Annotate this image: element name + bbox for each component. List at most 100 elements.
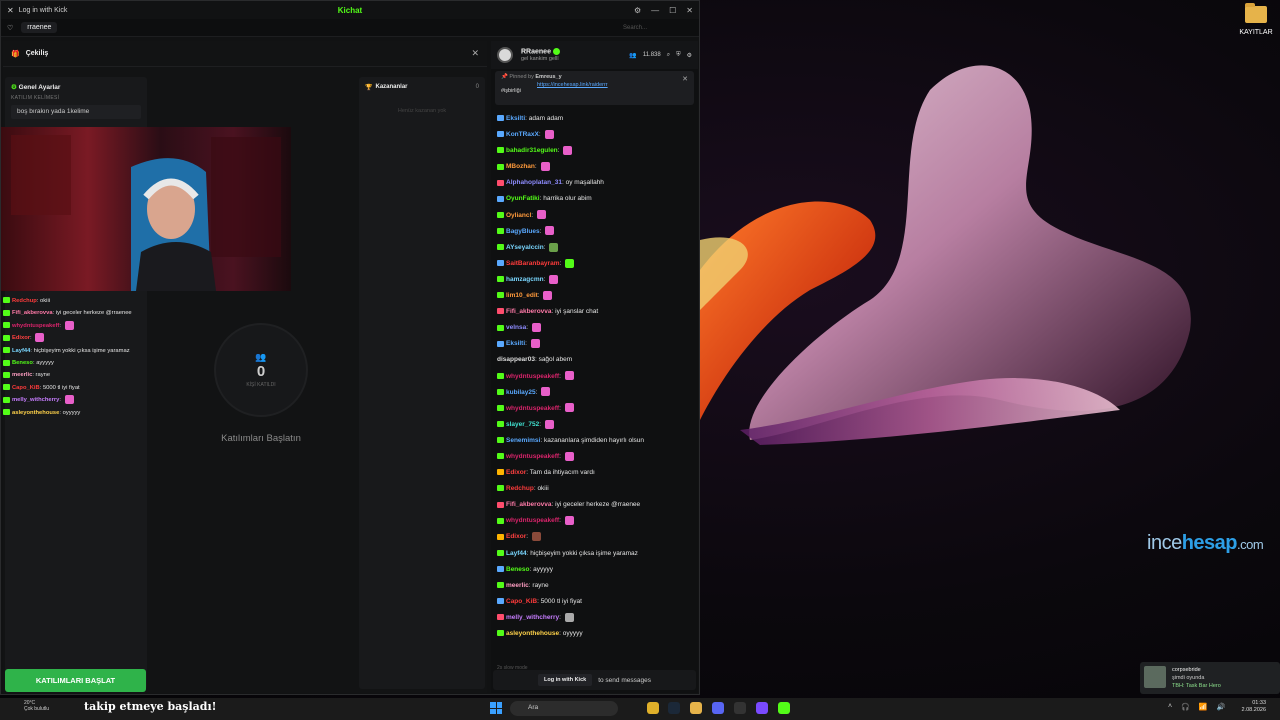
chat-username[interactable]: Layf44	[12, 348, 30, 354]
chat-username[interactable]: whydntuspeakeff	[506, 517, 559, 524]
chat-username[interactable]: Fifi_akberovva	[506, 308, 552, 315]
chat-message: kubilay25:	[497, 385, 692, 401]
chat-username[interactable]: meerlic	[506, 582, 529, 589]
chat-username[interactable]: melly_withcherry	[506, 614, 559, 621]
chat-text: iyi geceler herkeze @rraenee	[55, 310, 132, 317]
badge-icon	[497, 582, 504, 588]
winners-count: 0	[475, 84, 479, 90]
desktop-folder[interactable]: KAYITLAR	[1234, 3, 1278, 36]
chat-username[interactable]: Fifi_akberovva	[12, 310, 53, 316]
chat-message: Senemimsi: kazananlara şimdiden hayırlı …	[497, 433, 692, 449]
chat-message: Fifi_akberovva: iyi geceler herkeze @rra…	[497, 497, 692, 513]
chat-username[interactable]: Eksilti	[506, 115, 525, 122]
chat-username[interactable]: whydntuspeakeff	[12, 323, 59, 329]
search-icon[interactable]: ⌕	[667, 52, 670, 59]
notification-toast[interactable]: corpsebride şimdi oyunda TBH: Task Bar H…	[1140, 662, 1280, 694]
chat-username[interactable]: velnsa	[506, 324, 526, 331]
follow-alert: takip etmeye başladı!	[84, 700, 217, 713]
chat-username[interactable]: lim10_edit	[506, 292, 538, 299]
start-entries-button[interactable]: KATILIMLARI BAŞLAT	[5, 669, 146, 692]
wifi-icon[interactable]: 📶	[1199, 703, 1208, 711]
discord-icon[interactable]	[712, 702, 724, 714]
unpin-close-icon[interactable]: ✕	[682, 75, 688, 83]
chat-username[interactable]: AYseyalccin	[506, 244, 544, 251]
volume-icon[interactable]: 🔊	[1217, 703, 1226, 711]
chat-username[interactable]: Oyliancl	[506, 212, 531, 219]
chat-username[interactable]: Edixor	[506, 469, 526, 476]
chat-username[interactable]: whydntuspeakeff	[506, 405, 559, 412]
settings-icon[interactable]: ⚙	[634, 6, 641, 15]
chat-username[interactable]: Alphahoplatan_31	[506, 179, 562, 186]
avatar[interactable]	[497, 47, 513, 63]
browser-icon[interactable]	[647, 702, 659, 714]
emote-icon	[544, 419, 554, 429]
separator: :	[559, 372, 563, 380]
chat-username[interactable]: SaitBaranbayram	[506, 260, 559, 267]
taskbar-search[interactable]: Ara	[510, 701, 618, 716]
chat-username[interactable]: Edixor	[506, 533, 526, 540]
chat-text: Tam da ihtiyacım vardı	[529, 469, 595, 477]
tab-channel[interactable]: rraenee	[21, 22, 58, 33]
window-close-icon[interactable]: ✕	[686, 6, 693, 15]
chat-username[interactable]: asleyonthehouse	[506, 630, 559, 637]
chat-username[interactable]: BagyBlues	[506, 228, 540, 235]
close-icon[interactable]: ✕	[7, 6, 14, 15]
chat-username[interactable]: MBozhan	[506, 163, 535, 170]
chat-username[interactable]: bahadir31egulen	[506, 147, 558, 154]
chevron-up-icon[interactable]: ˄	[1168, 703, 1172, 711]
chat-username[interactable]: KonTRaxX	[506, 131, 539, 138]
chat-username[interactable]: meerlic	[12, 372, 32, 378]
chat-username[interactable]: OyunFatiki	[506, 195, 540, 202]
chat-message: Oyliancl:	[497, 208, 692, 224]
chat-username[interactable]: melly_withcherry	[12, 397, 59, 403]
steam-icon[interactable]	[668, 702, 680, 714]
chat-username[interactable]: asleyonthehouse	[12, 410, 59, 416]
shield-icon[interactable]: ⛨	[676, 52, 681, 59]
chat-username[interactable]: disappear03	[497, 356, 535, 363]
giveaway-close-icon[interactable]: ✕	[471, 48, 479, 59]
keyword-input[interactable]: boş bırakın yada 1kelime	[11, 105, 141, 119]
start-button[interactable]	[490, 702, 502, 714]
pinned-link[interactable]: https://incehesap.link/raiderrr	[537, 82, 608, 88]
chat-username[interactable]: kubilay25	[506, 389, 536, 396]
kick-icon[interactable]	[778, 702, 790, 714]
login-button[interactable]: Log in with Kick	[538, 674, 593, 686]
chat-username[interactable]: Redchup	[506, 485, 534, 492]
badge-icon	[497, 598, 504, 605]
heart-icon[interactable]: ♡	[7, 24, 13, 32]
chat-username[interactable]: Redchup	[12, 298, 37, 304]
chat-username[interactable]: Beneso	[506, 566, 529, 573]
headset-icon[interactable]: 🎧	[1181, 703, 1190, 711]
settings-gear-icon[interactable]: ⚙	[687, 52, 692, 59]
chat-username[interactable]: Fifi_akberovva	[506, 501, 552, 508]
chat-username[interactable]: Capo_KiB	[506, 598, 537, 605]
app-icon[interactable]	[756, 702, 768, 714]
chat-username[interactable]: Eksilti	[506, 340, 525, 347]
separator: :	[59, 322, 63, 329]
explorer-icon[interactable]	[690, 702, 702, 714]
chat-username[interactable]: Capo_KiB	[12, 385, 40, 391]
minimize-icon[interactable]: —	[651, 6, 659, 15]
clock[interactable]: 01:33 2.08.2026	[1242, 700, 1266, 714]
chat-username[interactable]: hamzagcmn	[506, 276, 544, 283]
chat-username[interactable]: Layf44	[506, 550, 527, 557]
chat-username[interactable]: slayer_752	[506, 421, 539, 428]
maximize-icon[interactable]: ☐	[669, 6, 676, 15]
chat-message: AYseyalccin:	[497, 240, 692, 256]
badge-icon	[3, 309, 10, 316]
badge-icon	[497, 372, 504, 379]
chat-text: okiii	[40, 298, 51, 304]
chat-messages: Eksilti: adam adam KonTRaxX: bahadir31egu…	[491, 107, 698, 642]
chat-username[interactable]: Senemimsi	[506, 437, 540, 444]
chat-username[interactable]: Edixor	[12, 335, 30, 341]
chat-username[interactable]: Beneso	[12, 360, 33, 366]
chat-username[interactable]: whydntuspeakeff	[506, 373, 559, 380]
separator: :	[559, 404, 563, 412]
folder-icon	[1245, 3, 1267, 23]
window-controls: ⚙ — ☐ ✕	[634, 6, 693, 15]
app-window: ✕ Log in with Kick Kichat ⚙ — ☐ ✕ ♡ rrae…	[0, 0, 700, 695]
search-input[interactable]: Search...	[623, 25, 693, 31]
chat-username[interactable]: whydntuspeakeff	[506, 453, 559, 460]
weather-widget[interactable]: 20°C Çok bulutlu	[24, 700, 49, 712]
obs-icon[interactable]	[734, 702, 746, 714]
